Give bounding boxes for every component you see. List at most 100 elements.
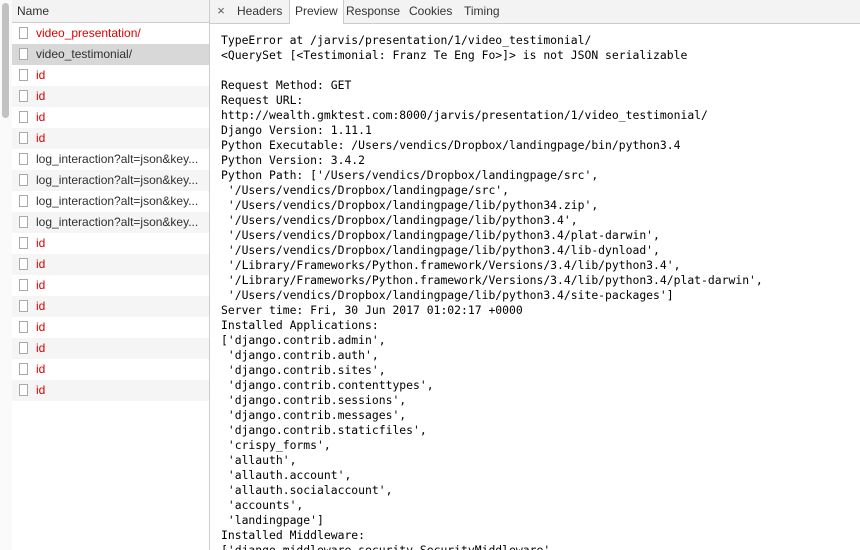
preview-line: '/Users/vendics/Dropbox/landingpage/lib/…: [221, 228, 660, 242]
file-icon: [19, 384, 28, 396]
file-icon: [19, 195, 28, 207]
preview-line: <QuerySet [<Testimonial: Franz Te Eng Fo…: [221, 48, 688, 62]
request-row[interactable]: id: [12, 86, 209, 107]
preview-line: 'allauth',: [221, 453, 297, 467]
tab-preview[interactable]: Preview: [289, 0, 344, 24]
preview-line: 'django.contrib.messages',: [221, 408, 407, 422]
request-name: video_testimonial/: [36, 47, 133, 61]
preview-line: '/Users/vendics/Dropbox/landingpage/lib/…: [221, 213, 578, 227]
detail-tabbar: × Headers Preview Response Cookies Timin…: [210, 0, 860, 24]
request-name: id: [36, 110, 46, 124]
preview-line: ['django.middleware.security.SecurityMid…: [221, 543, 558, 550]
request-row[interactable]: id: [12, 380, 209, 401]
preview-line: Request Method: GET: [221, 78, 352, 92]
request-row[interactable]: log_interaction?alt=json&key...: [12, 191, 209, 212]
request-list-panel: Name video_presentation/video_testimonia…: [12, 0, 210, 550]
request-name: id: [36, 341, 46, 355]
request-name: log_interaction?alt=json&key...: [36, 215, 199, 229]
preview-line: '/Users/vendics/Dropbox/landingpage/lib/…: [221, 243, 660, 257]
preview-line: Python Executable: /Users/vendics/Dropbo…: [221, 138, 681, 152]
preview-line: TypeError at /jarvis/presentation/1/vide…: [221, 33, 592, 47]
file-icon: [19, 237, 28, 249]
file-icon: [19, 300, 28, 312]
file-icon: [19, 216, 28, 228]
request-name: id: [36, 68, 46, 82]
file-icon: [19, 342, 28, 354]
tab-timing[interactable]: Timing: [459, 0, 505, 23]
request-row[interactable]: log_interaction?alt=json&key...: [12, 149, 209, 170]
preview-line: 'django.contrib.sessions',: [221, 393, 407, 407]
request-name: log_interaction?alt=json&key...: [36, 194, 199, 208]
file-icon: [19, 258, 28, 270]
preview-line: ['django.contrib.admin',: [221, 333, 386, 347]
request-name: log_interaction?alt=json&key...: [36, 173, 199, 187]
request-name: id: [36, 299, 46, 313]
request-row[interactable]: id: [12, 317, 209, 338]
request-row[interactable]: id: [12, 296, 209, 317]
preview-line: '/Users/vendics/Dropbox/landingpage/lib/…: [221, 288, 674, 302]
preview-line: 'accounts',: [221, 498, 304, 512]
close-icon[interactable]: ×: [215, 3, 227, 19]
file-icon: [19, 111, 28, 123]
request-name: id: [36, 362, 46, 376]
request-list: video_presentation/video_testimonial/id i…: [12, 23, 209, 401]
scrollbar-thumb[interactable]: [2, 3, 9, 118]
preview-line: 'django.contrib.auth',: [221, 348, 379, 362]
request-name: id: [36, 89, 46, 103]
request-row[interactable]: id: [12, 128, 209, 149]
preview-line: Python Path: ['/Users/vendics/Dropbox/la…: [221, 168, 599, 182]
request-row[interactable]: video_presentation/: [12, 23, 209, 44]
preview-line: Python Version: 3.4.2: [221, 153, 366, 167]
request-name: id: [36, 383, 46, 397]
tab-cookies[interactable]: Cookies: [404, 0, 457, 23]
preview-line: 'landingpage']: [221, 513, 324, 527]
file-icon: [19, 48, 28, 60]
preview-line: 'allauth.socialaccount',: [221, 483, 393, 497]
file-icon: [19, 132, 28, 144]
preview-line: Django Version: 1.11.1: [221, 123, 372, 137]
file-icon: [19, 90, 28, 102]
request-row[interactable]: id: [12, 275, 209, 296]
request-row[interactable]: id: [12, 107, 209, 128]
preview-line: 'django.contrib.contenttypes',: [221, 378, 434, 392]
request-name: video_presentation/: [36, 26, 141, 40]
preview-line: 'crispy_forms',: [221, 438, 331, 452]
request-name: id: [36, 320, 46, 334]
name-column-header[interactable]: Name: [12, 0, 209, 23]
file-icon: [19, 69, 28, 81]
preview-line: http://wealth.gmktest.com:8000/jarvis/pr…: [221, 108, 708, 122]
request-row[interactable]: id: [12, 254, 209, 275]
file-icon: [19, 27, 28, 39]
request-row[interactable]: id: [12, 338, 209, 359]
request-row[interactable]: log_interaction?alt=json&key...: [12, 212, 209, 233]
preview-line: '/Users/vendics/Dropbox/landingpage/lib/…: [221, 198, 599, 212]
preview-line: '/Users/vendics/Dropbox/landingpage/src'…: [221, 183, 510, 197]
file-icon: [19, 174, 28, 186]
tab-headers[interactable]: Headers: [232, 0, 287, 23]
preview-line: [221, 63, 860, 78]
preview-line: Request URL:: [221, 93, 304, 107]
request-name: id: [36, 236, 46, 250]
preview-line: 'allauth.account',: [221, 468, 352, 482]
file-icon: [19, 363, 28, 375]
preview-line: Server time: Fri, 30 Jun 2017 01:02:17 +…: [221, 303, 523, 317]
preview-line: Installed Middleware:: [221, 528, 366, 542]
request-row[interactable]: video_testimonial/: [12, 44, 209, 65]
request-detail-panel: × Headers Preview Response Cookies Timin…: [210, 0, 860, 550]
file-icon: [19, 153, 28, 165]
request-row[interactable]: id: [12, 233, 209, 254]
request-row[interactable]: id: [12, 65, 209, 86]
request-name: id: [36, 257, 46, 271]
tab-response[interactable]: Response: [341, 0, 405, 23]
preview-line: '/Library/Frameworks/Python.framework/Ve…: [221, 258, 681, 272]
preview-line: 'django.contrib.staticfiles',: [221, 423, 427, 437]
request-row[interactable]: log_interaction?alt=json&key...: [12, 170, 209, 191]
file-icon: [19, 321, 28, 333]
preview-line: 'django.contrib.sites',: [221, 363, 386, 377]
request-row[interactable]: id: [12, 359, 209, 380]
preview-line: Installed Applications:: [221, 318, 379, 332]
preview-content[interactable]: TypeError at /jarvis/presentation/1/vide…: [210, 24, 860, 550]
request-name: id: [36, 278, 46, 292]
preview-line: '/Library/Frameworks/Python.framework/Ve…: [221, 273, 763, 287]
request-name: log_interaction?alt=json&key...: [36, 152, 199, 166]
